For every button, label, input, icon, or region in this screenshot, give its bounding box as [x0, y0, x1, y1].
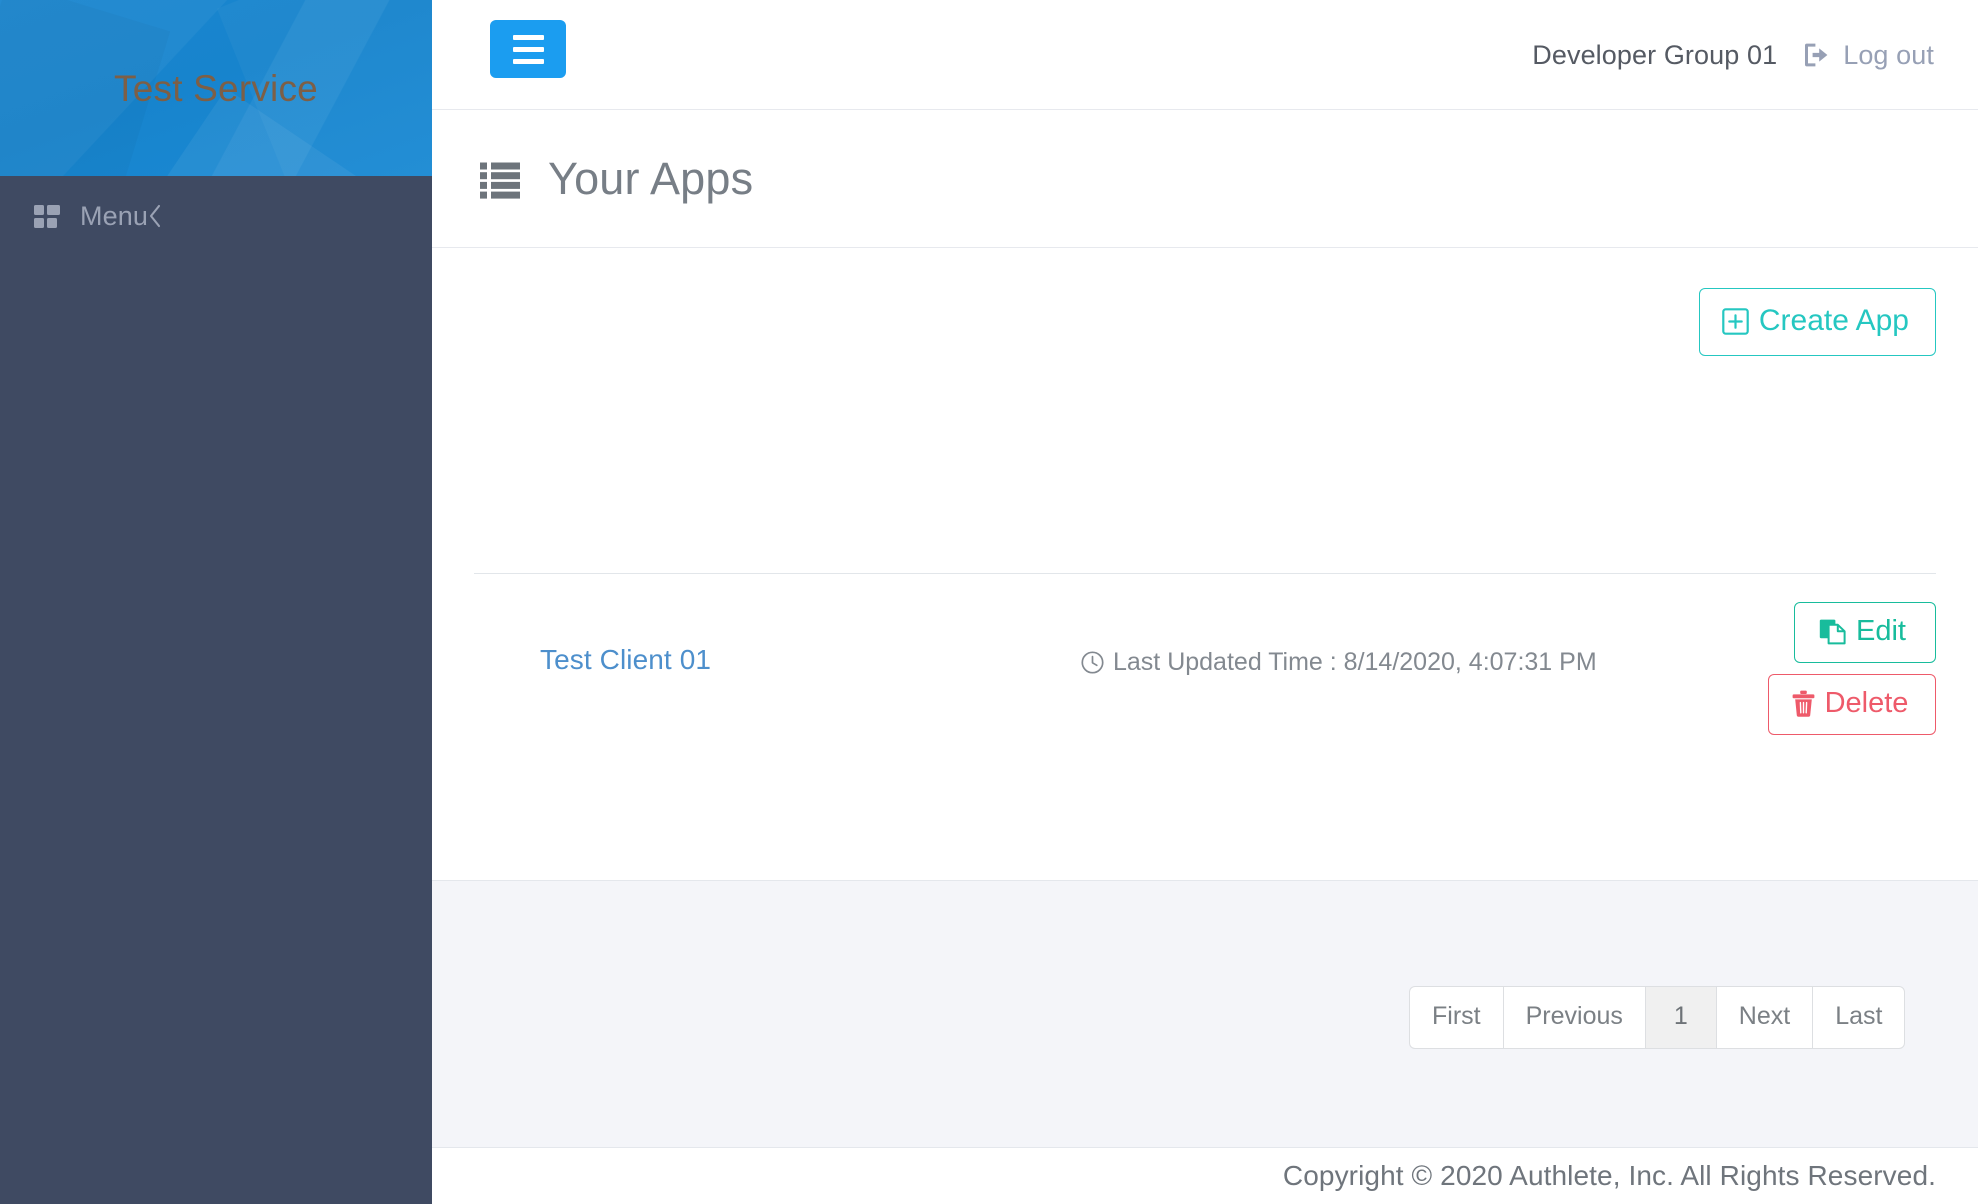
page-title: Your Apps — [548, 156, 753, 201]
sidebar-item-label: Menu — [80, 203, 148, 230]
create-app-row: Create App — [1699, 288, 1936, 356]
clone-icon — [1819, 618, 1846, 645]
delete-app-button[interactable]: Delete — [1768, 674, 1936, 735]
sidebar-item-menu[interactable]: Menu — [0, 176, 432, 256]
hamburger-icon-bar — [513, 47, 544, 52]
edit-app-button[interactable]: Edit — [1794, 602, 1936, 663]
current-user-label: Developer Group 01 — [1532, 40, 1803, 71]
logout-button[interactable]: Log out — [1803, 40, 1938, 71]
hamburger-icon-bar — [513, 35, 544, 40]
logout-label: Log out — [1843, 40, 1934, 71]
app-row-actions: Edit Delete — [1768, 602, 1936, 735]
create-app-label: Create App — [1759, 306, 1909, 336]
page-footer: Copyright © 2020 Authlete, Inc. All Righ… — [432, 1147, 1978, 1204]
pagination-page-1[interactable]: 1 — [1645, 986, 1716, 1049]
app-list-item: Test Client 01 Last Updated Time : 8/14/… — [432, 588, 1978, 758]
app-last-updated-text: Last Updated Time : 8/14/2020, 4:07:31 P… — [1113, 650, 1597, 675]
page-header: Your Apps — [432, 110, 1978, 248]
plus-square-icon — [1722, 308, 1749, 335]
clock-icon — [1081, 652, 1104, 674]
trash-icon — [1792, 690, 1815, 717]
th-large-icon — [34, 205, 60, 228]
apps-card: Create App Test Client 01 Last Updated T… — [432, 248, 1978, 881]
top-navbar: Developer Group 01 Log out — [432, 0, 1978, 110]
navbar-right: Developer Group 01 Log out — [1532, 0, 1938, 110]
copyright-text: Copyright © 2020 Authlete, Inc. All Righ… — [1283, 1160, 1936, 1192]
main-content: Your Apps Create App Test Client 01 — [432, 110, 1978, 1204]
sidebar-menu-left: Menu — [34, 203, 148, 230]
sidebar: Test Service Menu — [0, 0, 432, 1204]
chevron-left-icon[interactable] — [148, 204, 162, 228]
sidebar-toggle-button[interactable] — [490, 20, 566, 78]
sign-out-icon — [1803, 42, 1829, 68]
pagination: First Previous 1 Next Last — [1409, 986, 1905, 1049]
create-app-button[interactable]: Create App — [1699, 288, 1936, 356]
sidebar-brand: Test Service — [0, 0, 432, 176]
app-root: Test Service Menu — [0, 0, 1978, 1204]
hamburger-icon-bar — [513, 59, 544, 64]
pagination-previous[interactable]: Previous — [1503, 986, 1645, 1049]
brand-title: Test Service — [114, 70, 318, 107]
edit-app-label: Edit — [1856, 617, 1906, 646]
app-last-updated: Last Updated Time : 8/14/2020, 4:07:31 P… — [1081, 650, 1597, 675]
pagination-last[interactable]: Last — [1812, 986, 1905, 1049]
pagination-next[interactable]: Next — [1716, 986, 1812, 1049]
list-icon — [480, 158, 548, 199]
app-name-link[interactable]: Test Client 01 — [540, 646, 711, 674]
pagination-first[interactable]: First — [1409, 986, 1503, 1049]
section-divider — [474, 573, 1936, 574]
delete-app-label: Delete — [1825, 689, 1909, 718]
